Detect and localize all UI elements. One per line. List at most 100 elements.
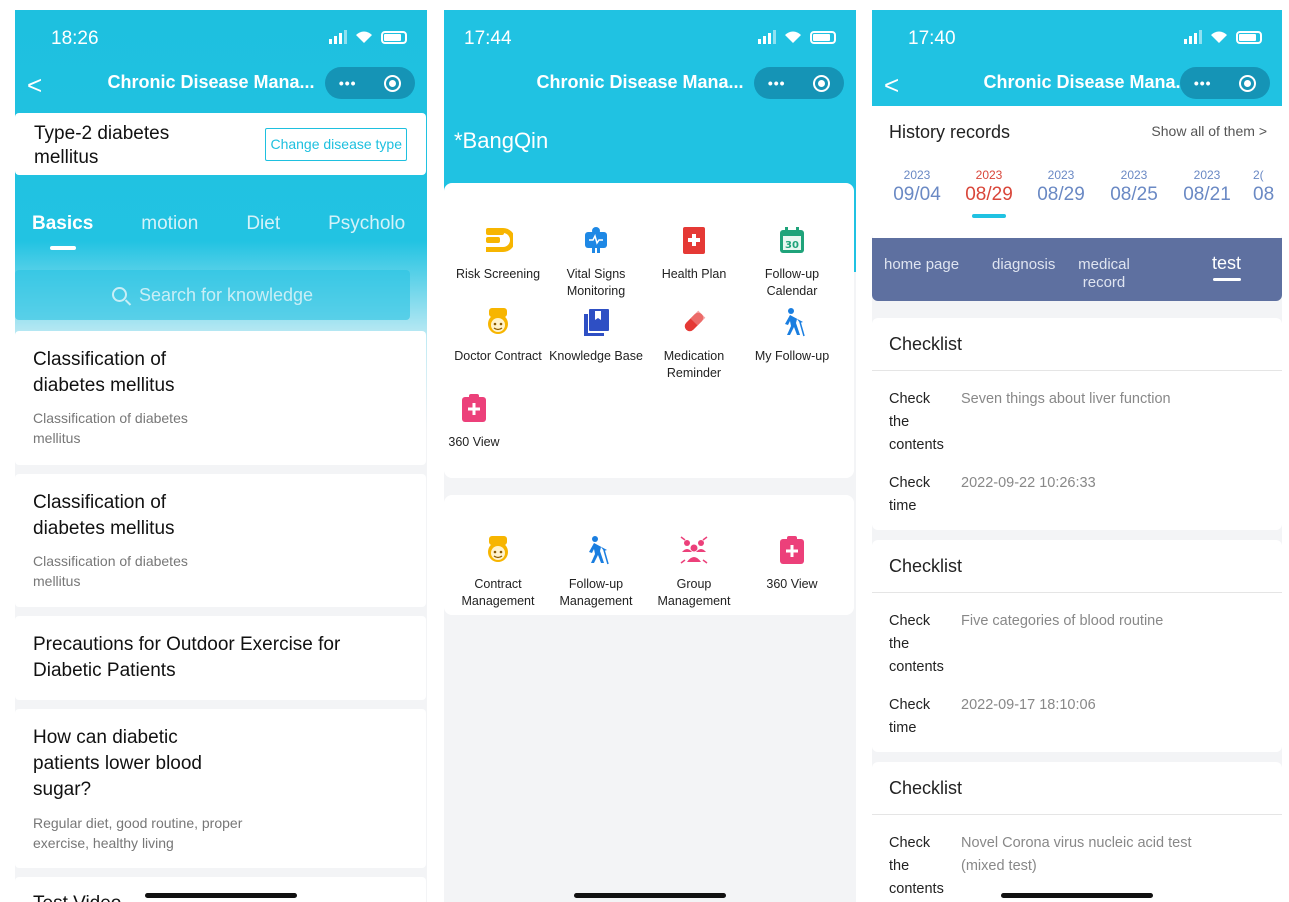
date-year: 2( <box>1253 168 1264 182</box>
health-plan-icon <box>683 227 705 254</box>
phone-screen-knowledge: 18:26 < Chronic Disease Mana... ••• Type… <box>15 10 427 902</box>
time-value: 2022-09-17 18:10:06 <box>961 697 1096 713</box>
checklist-card: Checklist Check the contents Seven thing… <box>872 318 1282 530</box>
signal-icon <box>758 30 776 44</box>
feature-label: Contract Management <box>461 577 535 608</box>
close-target-icon[interactable] <box>384 74 402 92</box>
article-card[interactable]: Classification of diabetes mellitus Clas… <box>15 331 426 465</box>
date-item-selected[interactable]: 2023 08/29 <box>949 168 1029 218</box>
home-indicator <box>1001 893 1153 898</box>
article-card[interactable]: Test Video <box>15 877 426 902</box>
date-item[interactable]: 2023 09/04 <box>877 168 957 206</box>
feature-follow-up-calendar[interactable]: 30 Follow-up Calendar <box>742 225 842 300</box>
wifi-icon <box>785 31 801 43</box>
tab-psychology[interactable]: Psycholo <box>328 213 405 235</box>
more-icon[interactable]: ••• <box>768 75 786 91</box>
walking-icon <box>589 536 609 565</box>
feature-label: 360 View <box>448 435 500 449</box>
article-card[interactable]: Classification of diabetes mellitus Clas… <box>15 474 426 607</box>
contents-value: Seven things about liver function <box>961 391 1171 407</box>
more-icon[interactable]: ••• <box>339 75 357 91</box>
show-all-link[interactable]: Show all of them > <box>1151 123 1267 139</box>
tab-medical-record[interactable]: medical record <box>1076 256 1132 292</box>
brand-name: *BangQin <box>454 128 549 153</box>
feature-knowledge-base[interactable]: Knowledge Base <box>546 307 646 365</box>
vital-signs-icon <box>585 227 607 253</box>
pill-icon <box>684 310 706 332</box>
tab-basics[interactable]: Basics <box>32 213 93 250</box>
date-year: 2023 <box>1047 168 1075 182</box>
feature-label: Follow-up Management <box>559 577 633 608</box>
feature-label: Follow-up Calendar <box>764 267 820 298</box>
date-day: 08/29 <box>1037 184 1085 205</box>
divider <box>872 814 1282 815</box>
feature-label: Risk Screening <box>455 267 541 281</box>
feature-360-view[interactable]: 360 View <box>742 535 842 593</box>
features-grid: Risk Screening Vital Signs Monitoring He… <box>444 183 854 478</box>
status-bar: 17:40 <box>872 10 1282 62</box>
feature-follow-up-management[interactable]: Follow-up Management <box>546 535 646 610</box>
group-icon <box>680 536 708 564</box>
feature-label: Medication Reminder <box>663 349 725 380</box>
feature-contract-management[interactable]: Contract Management <box>448 535 548 610</box>
walking-icon <box>785 308 805 337</box>
mini-program-capsule: ••• <box>754 67 844 99</box>
date-day: 08/25 <box>1110 184 1158 205</box>
date-item[interactable]: 2(08 <box>1232 168 1282 206</box>
feature-risk-screening[interactable]: Risk Screening <box>448 225 548 283</box>
divider <box>872 370 1282 371</box>
checklist-title: Checklist <box>889 556 963 576</box>
article-title: Classification of diabetes mellitus <box>33 492 175 539</box>
feature-group-management[interactable]: Group Management <box>644 535 744 610</box>
tab-motion[interactable]: motion <box>141 213 198 235</box>
article-card[interactable]: How can diabetic patients lower blood su… <box>15 709 426 868</box>
home-indicator <box>574 893 726 898</box>
management-grid: Contract Management Follow-up Management… <box>444 495 854 615</box>
divider <box>872 592 1282 593</box>
search-placeholder: Search for knowledge <box>138 285 314 305</box>
date-item[interactable]: 2023 08/25 <box>1094 168 1174 206</box>
change-disease-button[interactable]: Change disease type <box>265 128 407 161</box>
more-icon[interactable]: ••• <box>1194 75 1212 91</box>
feature-doctor-contract[interactable]: Doctor Contract <box>448 307 548 365</box>
feature-health-plan[interactable]: Health Plan <box>644 225 744 283</box>
date-year: 2023 <box>975 168 1003 182</box>
mini-program-capsule: ••• <box>1180 67 1270 99</box>
feature-label: Health Plan <box>661 267 727 281</box>
contents-label: Check the contents <box>889 835 944 897</box>
status-time: 18:26 <box>51 28 99 49</box>
date-day: 08 <box>1253 184 1275 205</box>
article-card[interactable]: Precautions for Outdoor Exercise for Dia… <box>15 616 426 700</box>
date-item[interactable]: 2023 08/29 <box>1021 168 1101 206</box>
feature-vital-signs[interactable]: Vital Signs Monitoring <box>546 225 646 300</box>
checklist-title: Checklist <box>889 334 963 354</box>
search-icon <box>111 287 127 302</box>
nav-bar: Chronic Disease Mana... ••• <box>444 62 856 106</box>
category-tabs: Basics motion Diet Psycholo <box>32 213 427 250</box>
signal-icon <box>1184 30 1202 44</box>
status-time: 17:44 <box>464 28 512 49</box>
close-target-icon[interactable] <box>1239 74 1257 92</box>
date-year: 2023 <box>903 168 931 182</box>
date-year: 2023 <box>1120 168 1148 182</box>
feature-360-view[interactable]: 360 View <box>448 393 500 451</box>
feature-medication-reminder[interactable]: Medication Reminder <box>644 307 744 382</box>
contents-label: Check the contents <box>889 391 944 453</box>
feature-label: 360 View <box>766 577 818 591</box>
phone-screen-home: 17:44 Chronic Disease Mana... ••• *BangQ… <box>444 10 856 902</box>
battery-icon <box>381 30 407 44</box>
feature-label: My Follow-up <box>754 349 830 363</box>
close-target-icon[interactable] <box>813 74 831 92</box>
calendar-icon: 30 <box>780 227 804 253</box>
home-indicator <box>145 893 297 898</box>
tab-diagnosis[interactable]: diagnosis <box>992 256 1055 274</box>
tab-diet[interactable]: Diet <box>246 213 280 235</box>
article-desc: Classification of diabetes mellitus <box>33 410 188 446</box>
tab-test[interactable]: test <box>1212 254 1241 281</box>
tab-home-page[interactable]: home page <box>884 256 959 274</box>
phone-screen-records: 17:40 < Chronic Disease Mana... ••• Hist… <box>872 10 1282 902</box>
search-input[interactable]: Search for knowledge <box>15 270 410 320</box>
feature-my-follow-up[interactable]: My Follow-up <box>742 307 842 365</box>
date-day: 09/04 <box>893 184 941 205</box>
date-selector: 2023 09/04 2023 08/29 2023 08/29 2023 08/25 … <box>872 168 1282 238</box>
